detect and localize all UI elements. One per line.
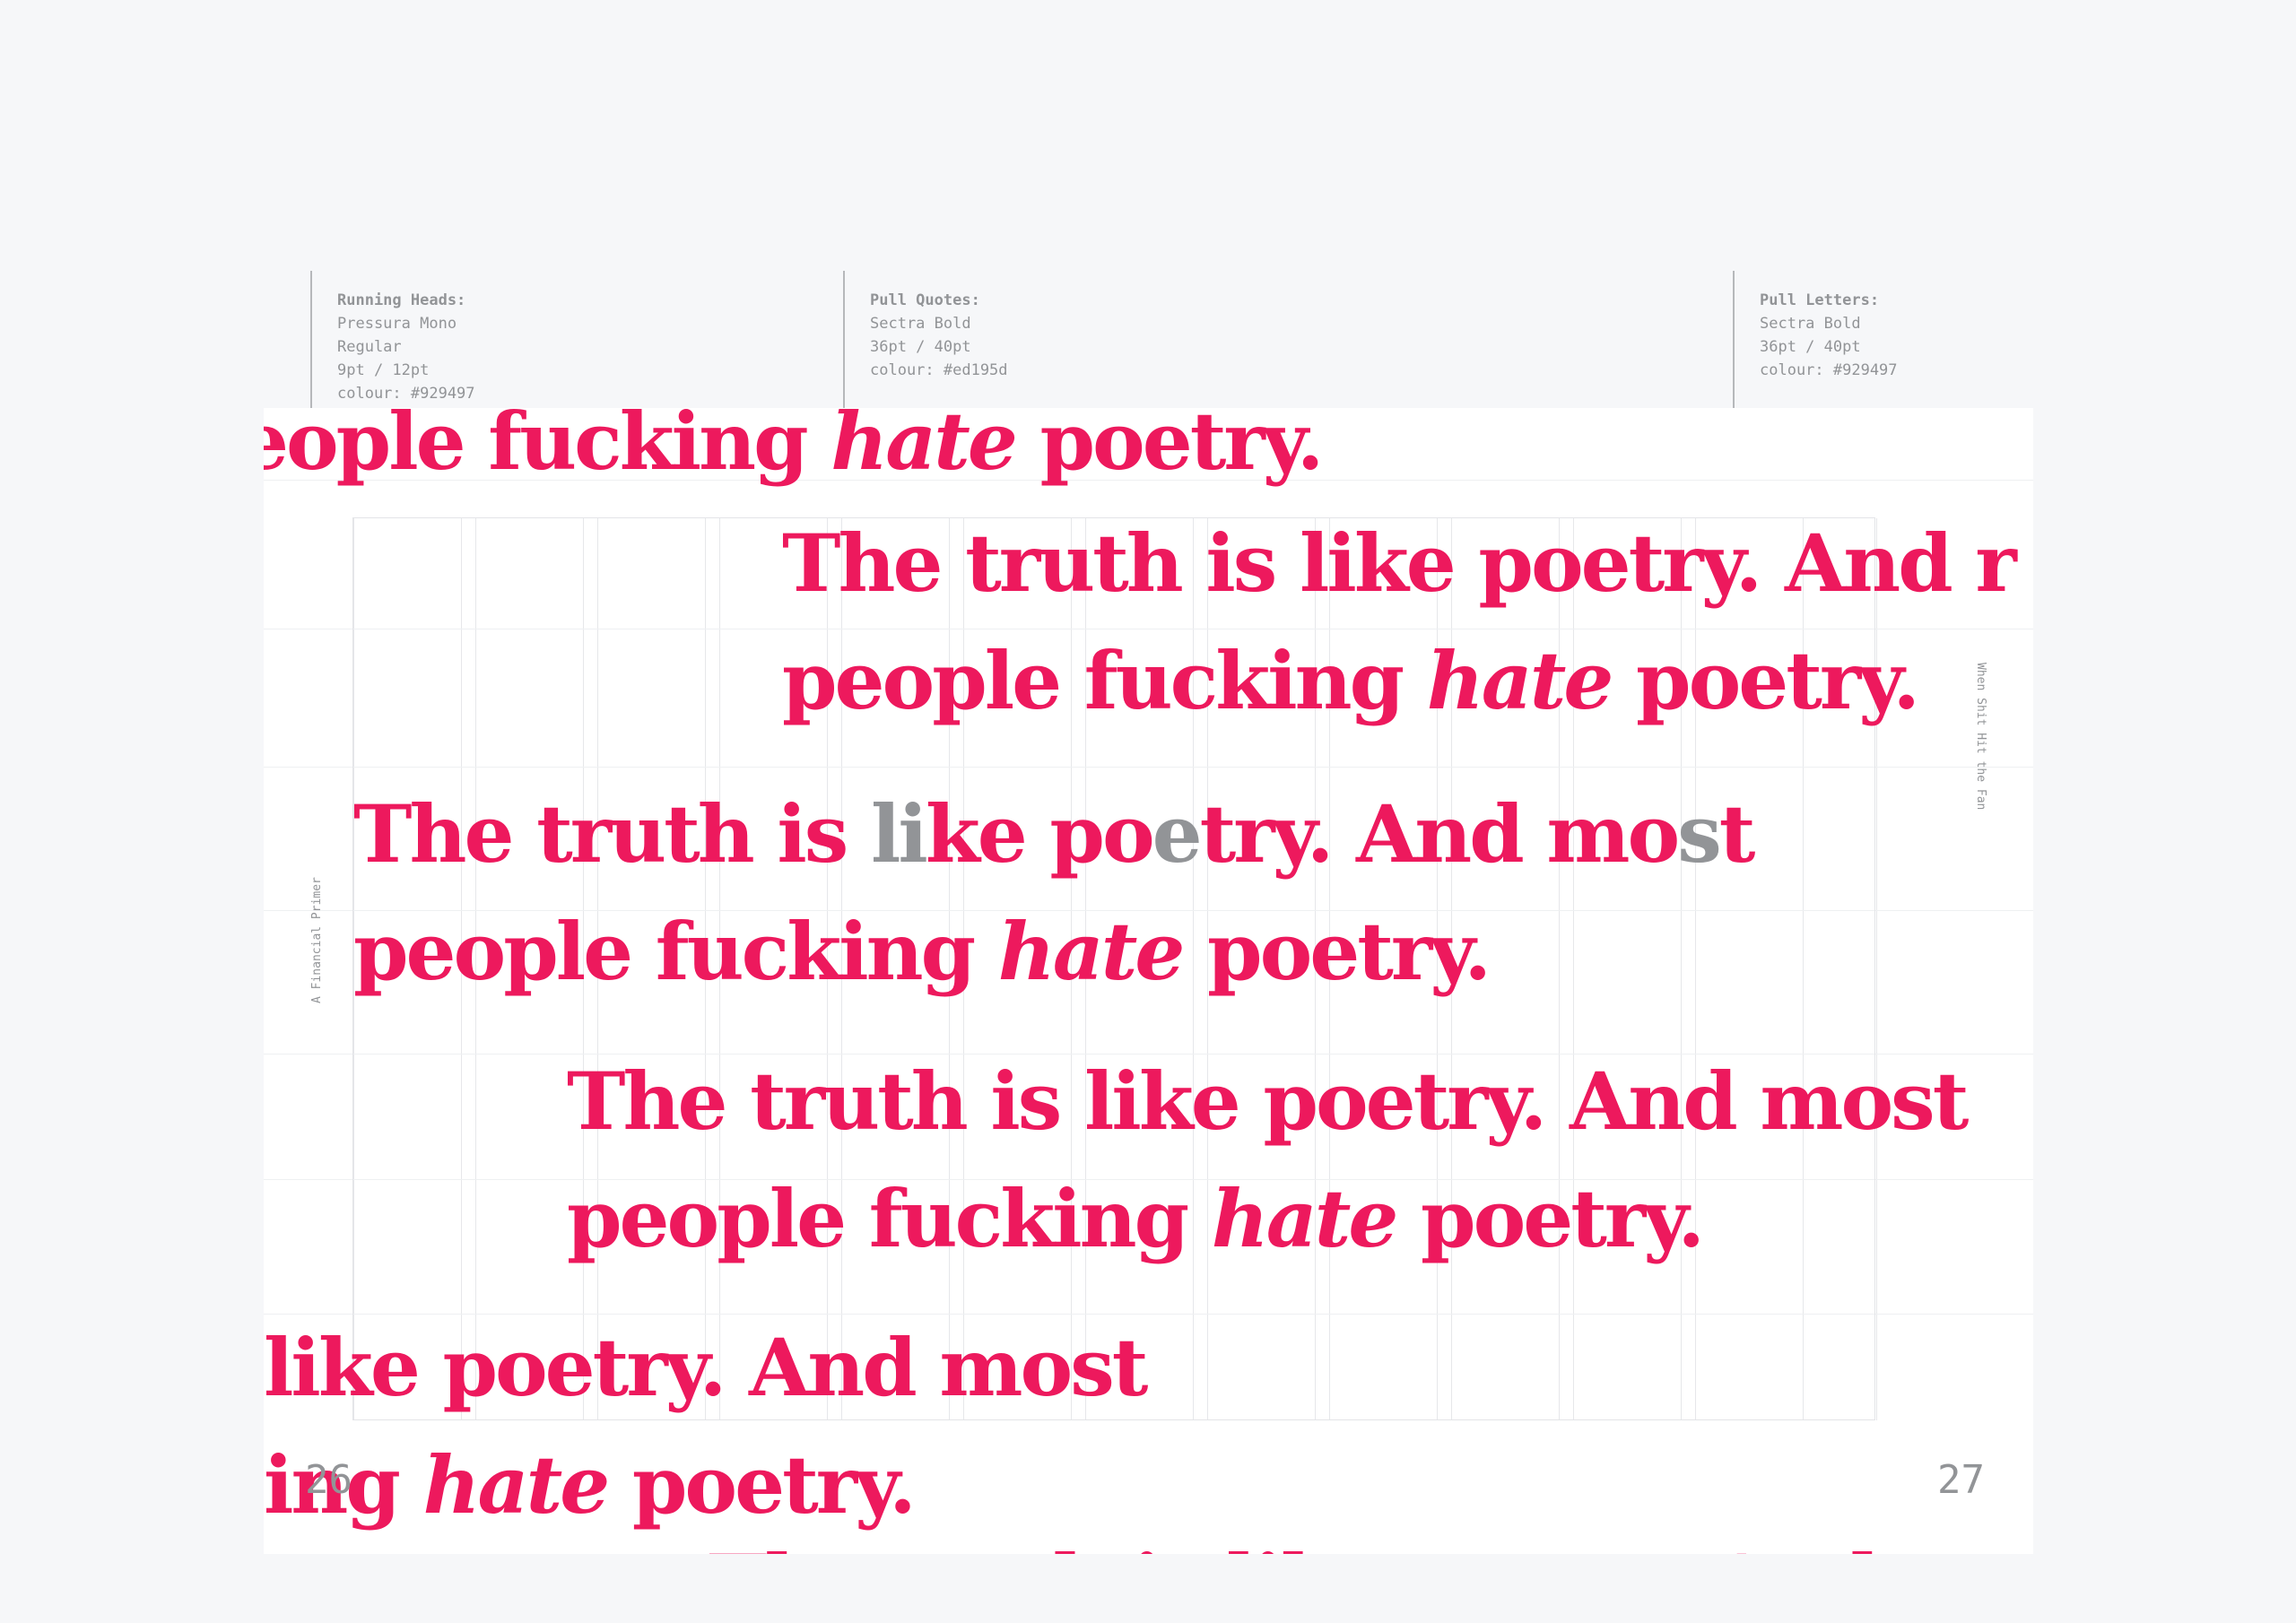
- pull-letter: e: [1152, 787, 1203, 881]
- annotation-label: Running Heads:: [337, 291, 466, 309]
- annotation-spec: Pressura Mono Regular 9pt / 12pt colour:…: [337, 315, 475, 403]
- quote-text: The truth is: [353, 787, 871, 881]
- quote-text: poetry.: [607, 1438, 917, 1532]
- page-number-left: 26: [305, 1457, 352, 1503]
- pull-letter: s: [1677, 787, 1722, 881]
- quote-italic: hate: [997, 905, 1186, 998]
- annotation-running-heads: Running Heads: Pressura Mono Regular 9pt…: [337, 265, 475, 405]
- annotation-label: Pull Quotes:: [870, 291, 980, 309]
- running-head-right: When Shit Hit the Fan: [1974, 663, 1987, 811]
- quote-italic: hate: [1426, 634, 1614, 727]
- quote-text: people fucking: [567, 1172, 1212, 1265]
- quote-line-1: The truth is like poetry. And most: [567, 1055, 1969, 1148]
- quote-text: people fucking: [353, 905, 998, 998]
- pull-quote-center: The truth is like poetry. And most peopl…: [567, 1043, 1969, 1278]
- quote-line-1: like poetry. And most: [264, 1321, 1148, 1414]
- page-spread: eople fucking hate poetry. The truth is …: [264, 408, 2033, 1554]
- quote-text: people fucking: [782, 634, 1427, 727]
- pull-quote-cut-bottom: The truth is like poetry. And: [709, 1525, 1880, 1554]
- annotation-spec: Sectra Bold 36pt / 40pt colour: #929497: [1760, 315, 1898, 379]
- quote-text: t: [1718, 787, 1756, 881]
- quote-italic: hate: [1211, 1172, 1399, 1265]
- annotation-spec: Sectra Bold 36pt / 40pt colour: #ed195d: [870, 315, 1008, 379]
- quote-line-2: people fucking hate poetry.: [567, 1160, 1966, 1278]
- running-head-left: A Financial Primer: [310, 877, 324, 1003]
- pull-letter: li: [870, 787, 928, 881]
- quote-text: poetry.: [1182, 905, 1492, 998]
- quote-line-2: people fucking hate poetry.: [353, 893, 1752, 1011]
- pull-quote-right: The truth is like poetry. And r people f…: [782, 505, 2017, 740]
- pull-quote-bottom-fragment: like poetry. And most ing hate poetry.: [264, 1309, 1148, 1544]
- quote-line-1: The truth is like poetry. And most: [353, 776, 1756, 893]
- quote-text: poetry.: [1611, 634, 1920, 727]
- pull-quote-top-fragment: eople fucking hate poetry.: [264, 408, 1325, 500]
- quote-text: poetry.: [1014, 408, 1325, 488]
- quote-italic: hate: [422, 1438, 611, 1532]
- quote-line-1: The truth is like poetry. And r: [782, 516, 2017, 610]
- quote-text: ke po: [925, 787, 1155, 881]
- quote-italic: hate: [831, 408, 1018, 488]
- page-number-right: 27: [1937, 1457, 1985, 1503]
- quote-text: poetry.: [1396, 1172, 1705, 1265]
- annotation-pull-quotes: Pull Quotes: Sectra Bold 36pt / 40pt col…: [870, 265, 1008, 382]
- pull-quote-main: The truth is like poetry. And most peopl…: [353, 776, 1756, 1011]
- quote-text: eople fucking: [264, 408, 831, 488]
- annotation-label: Pull Letters:: [1760, 291, 1880, 309]
- annotation-pull-letters: Pull Letters: Sectra Bold 36pt / 40pt co…: [1760, 265, 1898, 382]
- quote-line-2: people fucking hate poetry.: [782, 622, 2014, 740]
- quote-text: try. And mo: [1199, 787, 1681, 881]
